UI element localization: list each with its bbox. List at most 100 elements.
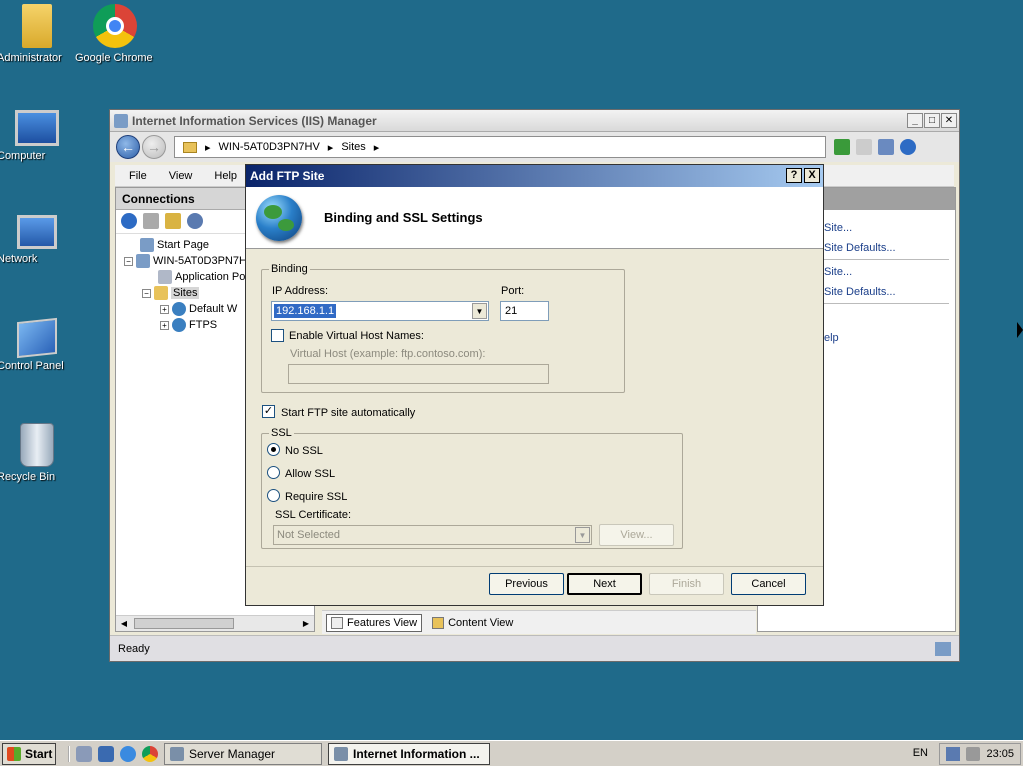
- minimize-button[interactable]: _: [907, 113, 923, 128]
- save-icon[interactable]: [143, 213, 159, 229]
- ie-icon[interactable]: [120, 745, 136, 762]
- expand-icon[interactable]: +: [160, 320, 169, 330]
- dialog-titlebar[interactable]: Add FTP Site ? X: [246, 165, 823, 187]
- breadcrumb-sites[interactable]: Sites: [341, 141, 365, 153]
- no-ssl-radio[interactable]: [267, 443, 280, 456]
- view-switcher: Features View Content View: [322, 610, 756, 634]
- folder-icon: [22, 4, 52, 48]
- sites-folder-icon: [154, 286, 168, 300]
- chrome-icon[interactable]: [142, 745, 158, 762]
- action-link[interactable]: Site...: [824, 266, 852, 278]
- server-manager-icon[interactable]: [76, 745, 92, 762]
- scroll-right-icon[interactable]: ▶: [299, 617, 313, 630]
- menu-view[interactable]: View: [169, 170, 193, 182]
- port-label: Port:: [501, 285, 525, 297]
- desktop-icon-label: Recycle Bin: [0, 471, 56, 483]
- menu-file[interactable]: File: [129, 170, 147, 182]
- desktop-icon-recycle-bin[interactable]: Recycle Bin: [0, 423, 77, 483]
- allow-ssl-radio[interactable]: [267, 466, 280, 479]
- require-ssl-radio[interactable]: [267, 489, 280, 502]
- globe-icon: [256, 194, 302, 241]
- add-ftp-site-dialog: Add FTP Site ? X Binding and SSL Setting…: [245, 164, 824, 606]
- collapse-icon[interactable]: −: [124, 256, 133, 266]
- volume-muted-icon[interactable]: [966, 747, 981, 761]
- menu-help[interactable]: Help: [214, 170, 237, 182]
- windows-logo-icon: [7, 746, 21, 761]
- previous-button[interactable]: Previous: [489, 573, 564, 595]
- up-icon[interactable]: [165, 213, 181, 229]
- ssl-certificate-select[interactable]: Not Selected ▼: [273, 525, 592, 545]
- chevron-down-icon[interactable]: ▼: [575, 527, 590, 543]
- start-button[interactable]: Start: [2, 742, 56, 765]
- expand-icon[interactable]: +: [160, 304, 169, 314]
- task-server-manager[interactable]: Server Manager: [164, 742, 322, 765]
- horizontal-scrollbar[interactable]: ◀ ▶: [116, 615, 314, 631]
- scroll-thumb[interactable]: [134, 618, 234, 629]
- chevron-down-icon[interactable]: ▼: [472, 303, 487, 319]
- globe-icon: [172, 302, 186, 316]
- collapse-icon[interactable]: −: [142, 288, 151, 298]
- port-field[interactable]: 21: [500, 301, 549, 321]
- tab-content-view[interactable]: Content View: [428, 615, 517, 631]
- cancel-button[interactable]: Cancel: [731, 573, 806, 595]
- server-icon: [136, 254, 150, 268]
- binding-legend: Binding: [271, 263, 308, 275]
- control-panel-icon: [17, 317, 57, 359]
- action-link[interactable]: Site...: [824, 222, 852, 234]
- connect-icon[interactable]: [121, 213, 137, 229]
- disconnect-icon[interactable]: [187, 213, 203, 229]
- help-button[interactable]: ?: [786, 168, 802, 183]
- stop-icon[interactable]: [856, 139, 872, 155]
- close-button[interactable]: X: [804, 168, 820, 183]
- next-button[interactable]: Next: [567, 573, 642, 595]
- action-link[interactable]: elp: [824, 332, 839, 344]
- show-desktop-icon[interactable]: [98, 745, 114, 762]
- action-link[interactable]: Site Defaults...: [824, 286, 896, 298]
- close-button[interactable]: ✕: [941, 113, 957, 128]
- action-link[interactable]: Site Defaults...: [824, 242, 896, 254]
- address-bar: ← → ▸ WIN-5AT0D3PN7HV ▸ Sites ▸: [110, 132, 959, 162]
- network-tray-icon[interactable]: [946, 747, 961, 761]
- tab-features-view[interactable]: Features View: [326, 613, 423, 632]
- virtual-host-checkbox[interactable]: [271, 329, 284, 342]
- desktop-icon-chrome[interactable]: Google Chrome: [75, 4, 155, 64]
- desktop-icon-computer[interactable]: Computer: [0, 110, 77, 162]
- desktop-icon-network[interactable]: Network: [0, 215, 77, 265]
- desktop-icon-control-panel[interactable]: Control Panel: [0, 317, 77, 372]
- dialog-title: Add FTP Site: [250, 169, 325, 183]
- status-bar: Ready: [110, 635, 959, 661]
- forward-button[interactable]: →: [142, 135, 166, 159]
- language-indicator[interactable]: EN: [913, 747, 928, 759]
- desktop-icon-administrator[interactable]: Administrator: [0, 4, 77, 64]
- finish-button[interactable]: Finish: [649, 573, 724, 595]
- virtual-host-label: Virtual Host (example: ftp.contoso.com):: [290, 348, 486, 360]
- clock[interactable]: 23:05: [986, 748, 1014, 760]
- virtual-host-field[interactable]: [288, 364, 549, 384]
- view-certificate-button[interactable]: View...: [599, 524, 674, 546]
- breadcrumb-server[interactable]: WIN-5AT0D3PN7HV: [219, 141, 320, 153]
- network-icon: [17, 215, 57, 249]
- back-button[interactable]: ←: [116, 135, 140, 159]
- task-iis-manager[interactable]: Internet Information ...: [328, 742, 490, 765]
- home-icon[interactable]: [878, 139, 894, 155]
- autostart-checkbox[interactable]: ✓: [262, 405, 275, 418]
- ip-address-label: IP Address:: [272, 285, 329, 297]
- refresh-icon[interactable]: [834, 139, 850, 155]
- start-page-icon: [140, 238, 154, 252]
- recycle-bin-icon: [20, 423, 54, 467]
- allow-ssl-label: Allow SSL: [285, 468, 336, 480]
- maximize-button[interactable]: □: [924, 113, 940, 128]
- ip-address-select[interactable]: 192.168.1.1 ▼: [271, 301, 489, 321]
- network-status-icon: [935, 642, 951, 656]
- help-icon[interactable]: [900, 139, 916, 155]
- desktop-icon-label: Computer: [0, 150, 46, 162]
- desktop-icon-label: Google Chrome: [75, 52, 153, 64]
- breadcrumb[interactable]: ▸ WIN-5AT0D3PN7HV ▸ Sites ▸: [174, 136, 826, 158]
- ssl-legend: SSL: [271, 427, 292, 439]
- scroll-left-icon[interactable]: ◀: [117, 617, 131, 630]
- chevron-right-icon: ▸: [373, 141, 380, 154]
- window-titlebar[interactable]: Internet Information Services (IIS) Mana…: [110, 110, 959, 132]
- desktop-icon-label: Network: [0, 253, 38, 265]
- iis-icon: [334, 746, 348, 761]
- autostart-label: Start FTP site automatically: [281, 407, 416, 419]
